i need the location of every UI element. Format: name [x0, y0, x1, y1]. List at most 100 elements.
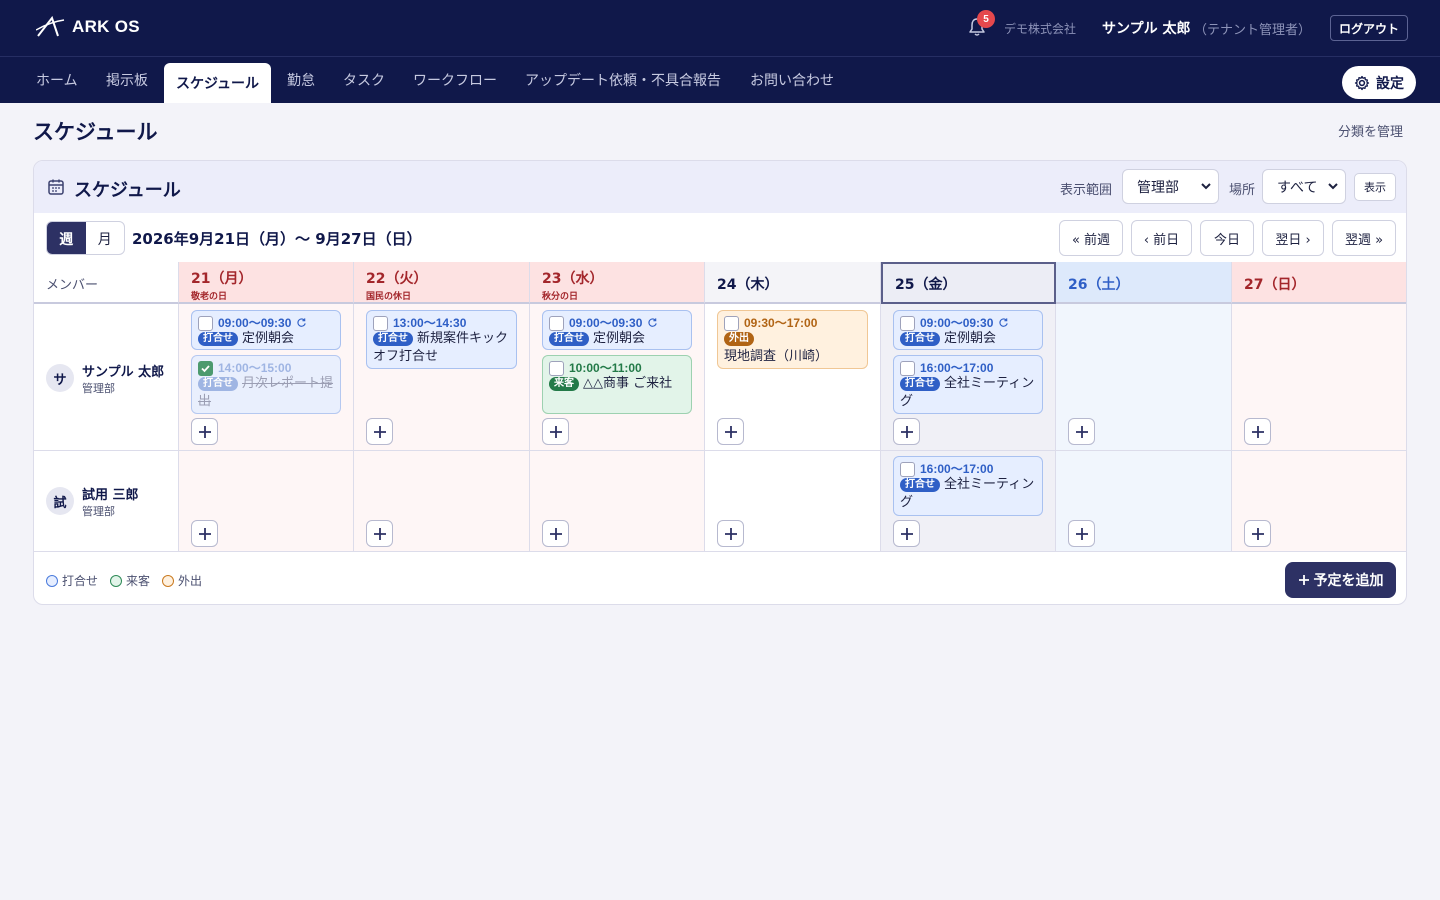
settings-label: 設定: [1376, 75, 1404, 92]
event-card[interactable]: 13:00〜14:30 打合せ 新規案件キックオフ打合せ: [366, 310, 517, 369]
check-icon: [201, 365, 210, 373]
plus-icon: [1075, 527, 1088, 540]
add-event-button[interactable]: [366, 418, 393, 445]
plus-icon: [373, 425, 386, 438]
company-name: デモ株式会社: [1004, 22, 1077, 36]
add-event-button[interactable]: [893, 520, 920, 547]
date-range: 2026年9月21日（月）〜 9月27日（日）: [132, 230, 422, 248]
event-checkbox[interactable]: [549, 316, 564, 331]
today-button[interactable]: 今日: [1200, 220, 1254, 256]
event-title: 定例朝会: [242, 331, 295, 346]
legend-dot: [46, 574, 58, 587]
event-checkbox-checked[interactable]: [198, 361, 213, 376]
settings-button[interactable]: 設定: [1342, 66, 1416, 99]
day-label: 23（水）: [542, 271, 604, 287]
day-header-27: 27（日）: [1232, 262, 1406, 304]
range-label: 表示範囲: [1060, 183, 1113, 198]
avatar: 試: [46, 487, 74, 515]
event-tag: 打合せ: [198, 332, 238, 346]
event-card-completed[interactable]: 14:00〜15:00 打合せ 月次レポート提出: [191, 355, 341, 414]
nav-home[interactable]: ホーム: [36, 57, 78, 103]
event-checkbox[interactable]: [724, 316, 739, 331]
member-name: 試用 三郎: [82, 488, 139, 503]
day-label: 25（金）: [895, 277, 957, 293]
add-event-button[interactable]: [893, 418, 920, 445]
add-event-button[interactable]: [542, 418, 569, 445]
week-view-button[interactable]: 週: [47, 222, 86, 254]
nav-workflow[interactable]: ワークフロー: [413, 57, 497, 103]
add-event-button[interactable]: [1244, 418, 1271, 445]
add-event-button[interactable]: [191, 418, 218, 445]
event-time: 16:00〜17:00: [920, 461, 994, 476]
event-checkbox[interactable]: [373, 316, 388, 331]
prev-week-button[interactable]: « 前週: [1059, 220, 1123, 256]
event-checkbox[interactable]: [549, 361, 564, 376]
add-event-button[interactable]: [1244, 520, 1271, 547]
member-column-header: メンバー: [34, 262, 179, 304]
event-checkbox[interactable]: [900, 316, 915, 331]
prev-day-button[interactable]: ‹ 前日: [1131, 220, 1192, 256]
place-label: 場所: [1229, 183, 1256, 198]
next-day-button[interactable]: 翌日 ›: [1262, 220, 1324, 256]
event-card[interactable]: 09:00〜09:30 打合せ 定例朝会: [191, 310, 341, 350]
nav-schedule[interactable]: スケジュール: [164, 63, 271, 103]
add-event-button[interactable]: [366, 520, 393, 547]
event-card[interactable]: 09:00〜09:30 打合せ 定例朝会: [893, 310, 1043, 350]
add-event-button[interactable]: [542, 520, 569, 547]
event-card[interactable]: 10:00〜11:00 来客 △△商事 ご来社: [542, 355, 692, 414]
app-logo[interactable]: ARK OS: [36, 16, 140, 38]
plus-icon: [1251, 425, 1264, 438]
nav-tasks[interactable]: タスク: [343, 57, 385, 103]
place-select[interactable]: すべて: [1262, 169, 1346, 204]
legend-visitor: 来客: [110, 572, 150, 589]
day-label: 22（火）: [366, 271, 428, 287]
nav-attendance[interactable]: 勤怠: [287, 57, 315, 103]
next-week-button[interactable]: 翌週 »: [1332, 220, 1396, 256]
add-event-button[interactable]: [1068, 418, 1095, 445]
avatar: サ: [46, 364, 74, 392]
add-event-button[interactable]: [717, 418, 744, 445]
repeat-icon: [297, 317, 307, 327]
add-event-button[interactable]: [717, 520, 744, 547]
month-view-button[interactable]: 月: [86, 222, 125, 254]
event-card[interactable]: 09:30〜17:00 外出現地調査（川崎）: [717, 310, 868, 369]
nav-update-request[interactable]: アップデート依頼・不具合報告: [525, 57, 721, 103]
plus-icon: [549, 527, 562, 540]
day-cell: [705, 451, 881, 552]
event-checkbox[interactable]: [198, 316, 213, 331]
range-select[interactable]: 管理部: [1122, 169, 1219, 204]
event-card[interactable]: 16:00〜17:00 打合せ 全社ミーティング: [893, 355, 1043, 414]
member-cell: サ サンプル 太郎 管理部: [34, 304, 179, 451]
member-name: サンプル 太郎: [82, 365, 165, 380]
range-select-value: 管理部: [1137, 179, 1179, 196]
legend-label: 打合せ: [62, 574, 99, 588]
event-checkbox[interactable]: [900, 462, 915, 477]
event-card[interactable]: 16:00〜17:00 打合せ 全社ミーティング: [893, 456, 1043, 516]
repeat-icon: [999, 317, 1009, 327]
add-event-button[interactable]: [191, 520, 218, 547]
week-grid: メンバー 21（月） 敬老の日 22（火） 国民の休日 23（水） 秋分の日 2…: [34, 262, 1406, 552]
day-cell: [1056, 451, 1232, 552]
event-time: 09:30〜17:00: [744, 315, 818, 330]
day-header-21: 21（月） 敬老の日: [179, 262, 354, 304]
add-event-button[interactable]: [1068, 520, 1095, 547]
manage-categories-link[interactable]: 分類を管理: [1338, 121, 1403, 140]
event-time: 16:00〜17:00: [920, 360, 994, 375]
nav-contact[interactable]: お問い合わせ: [750, 57, 834, 103]
day-cell: [1232, 304, 1406, 451]
plus-icon: [900, 527, 913, 540]
member-dept: 管理部: [82, 382, 115, 395]
holiday-label: 秋分の日: [542, 292, 579, 302]
logout-button[interactable]: ログアウト: [1330, 15, 1408, 41]
plus-icon: [373, 527, 386, 540]
event-tag: 打合せ: [900, 332, 940, 346]
day-header-22: 22（火） 国民の休日: [354, 262, 530, 304]
plus-icon: [198, 425, 211, 438]
show-button[interactable]: 表示: [1354, 173, 1396, 201]
day-header-25-today: 25（金）: [881, 262, 1056, 304]
event-checkbox[interactable]: [900, 361, 915, 376]
event-card[interactable]: 09:00〜09:30 打合せ 定例朝会: [542, 310, 692, 350]
nav-board[interactable]: 掲示板: [106, 57, 148, 103]
add-schedule-button[interactable]: 予定を追加: [1285, 562, 1396, 598]
plus-icon: [900, 425, 913, 438]
